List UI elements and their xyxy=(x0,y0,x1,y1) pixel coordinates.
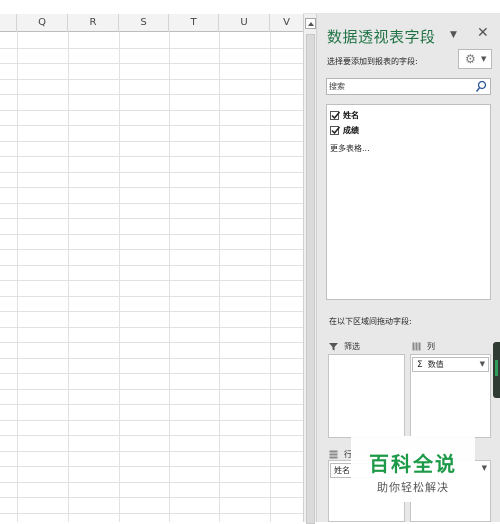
filters-area-header: 筛选 xyxy=(329,339,360,353)
spreadsheet-grid[interactable]: Q R S T U V xyxy=(0,0,303,522)
column-header-s[interactable]: S xyxy=(119,14,169,32)
filters-area-label: 筛选 xyxy=(344,341,360,351)
grid-row-line xyxy=(0,172,303,173)
grid-row-line xyxy=(0,234,303,235)
grid-column-line xyxy=(68,32,69,522)
grid-row-line xyxy=(0,404,303,405)
field-list: 姓名 成绩 更多表格... xyxy=(326,104,491,300)
grid-row-line xyxy=(0,513,303,514)
grid-row-line xyxy=(0,218,303,219)
grid-column-line xyxy=(219,32,220,522)
watermark-title: 百科全说 xyxy=(369,452,457,476)
sigma-icon: Σ xyxy=(417,359,423,370)
grid-column-line xyxy=(270,32,271,522)
column-header-u[interactable]: U xyxy=(219,14,270,32)
grid-row-line xyxy=(0,94,303,95)
grid-row-line xyxy=(0,435,303,436)
watermark-subtitle: 助你轻松解决 xyxy=(377,481,449,494)
grid-row-line xyxy=(0,141,303,142)
filters-drop-zone[interactable] xyxy=(328,354,405,438)
values-field-chip[interactable]: Σ 数值 ▼ xyxy=(412,357,489,372)
grid-row-line xyxy=(0,63,303,64)
grid-row-line xyxy=(0,358,303,359)
close-icon[interactable]: ✕ xyxy=(477,25,489,41)
grid-row-line xyxy=(0,48,303,49)
filter-icon xyxy=(329,342,338,350)
grid-row-line xyxy=(0,296,303,297)
side-panel-tab[interactable] xyxy=(493,342,500,398)
column-header-v[interactable]: V xyxy=(270,14,303,32)
rows-icon xyxy=(329,450,338,458)
search-input[interactable] xyxy=(329,80,469,93)
column-header-r[interactable]: R xyxy=(68,14,119,32)
more-tables-link[interactable]: 更多表格... xyxy=(330,143,370,154)
grid-row-line xyxy=(0,110,303,111)
checkbox-checked-icon[interactable] xyxy=(330,110,341,120)
pane-options-dropdown-icon[interactable]: ▼ xyxy=(450,30,457,40)
grid-row-line xyxy=(0,327,303,328)
columns-drop-zone[interactable]: Σ 数值 ▼ xyxy=(410,354,491,438)
field-label: 成绩 xyxy=(343,125,359,135)
grid-row-line xyxy=(0,451,303,452)
search-icon[interactable] xyxy=(475,80,487,93)
grid-row-line xyxy=(0,342,303,343)
vertical-scrollbar[interactable] xyxy=(303,14,317,524)
column-headers: Q R S T U V xyxy=(0,14,303,32)
column-header-q[interactable]: Q xyxy=(17,14,68,32)
scrollbar-thumb[interactable] xyxy=(306,34,315,524)
grid-row-line xyxy=(0,125,303,126)
grid-row-line xyxy=(0,497,303,498)
values-field-label: 数值 xyxy=(427,360,444,369)
gear-icon: ⚙ xyxy=(465,52,476,66)
field-label: 姓名 xyxy=(343,110,359,120)
grid-row-line xyxy=(0,466,303,467)
column-header-partial[interactable] xyxy=(0,14,17,32)
field-search-box[interactable] xyxy=(326,78,491,95)
columns-icon xyxy=(412,342,421,350)
field-item-score[interactable]: 成绩 xyxy=(330,124,359,136)
grid-row-line xyxy=(0,249,303,250)
rows-area-header: 行 xyxy=(329,447,352,461)
grid-column-line xyxy=(119,32,120,522)
grid-row-line xyxy=(0,79,303,80)
grid-row-line xyxy=(0,156,303,157)
chevron-down-icon: ▼ xyxy=(481,55,487,63)
grid-row-line xyxy=(0,203,303,204)
pane-title: 数据透视表字段 xyxy=(327,28,436,46)
drag-areas-label: 在以下区域间拖动字段: xyxy=(329,317,412,326)
grid-column-line xyxy=(17,32,18,522)
grid-row-line xyxy=(0,482,303,483)
field-item-name[interactable]: 姓名 xyxy=(330,109,359,121)
columns-area-header: 列 xyxy=(412,339,435,353)
grid-row-line xyxy=(0,280,303,281)
scroll-up-button[interactable] xyxy=(305,18,316,29)
watermark: 百科全说 助你轻松解决 xyxy=(351,436,475,502)
grid-column-line xyxy=(169,32,170,522)
chevron-down-icon[interactable]: ▼ xyxy=(480,360,485,368)
chevron-down-icon[interactable]: ▼ xyxy=(482,464,487,472)
grid-row-line xyxy=(0,373,303,374)
grid-row-line xyxy=(0,187,303,188)
grid-row-line xyxy=(0,265,303,266)
checkbox-checked-icon[interactable] xyxy=(330,125,341,135)
choose-fields-label: 选择要添加到报表的字段: xyxy=(327,57,418,66)
column-header-t[interactable]: T xyxy=(169,14,219,32)
cell-area[interactable] xyxy=(0,32,303,522)
columns-area-label: 列 xyxy=(427,341,435,351)
grid-row-line xyxy=(0,311,303,312)
grid-row-line xyxy=(0,389,303,390)
grid-row-line xyxy=(0,420,303,421)
layout-tools-button[interactable]: ⚙ ▼ xyxy=(458,49,492,69)
